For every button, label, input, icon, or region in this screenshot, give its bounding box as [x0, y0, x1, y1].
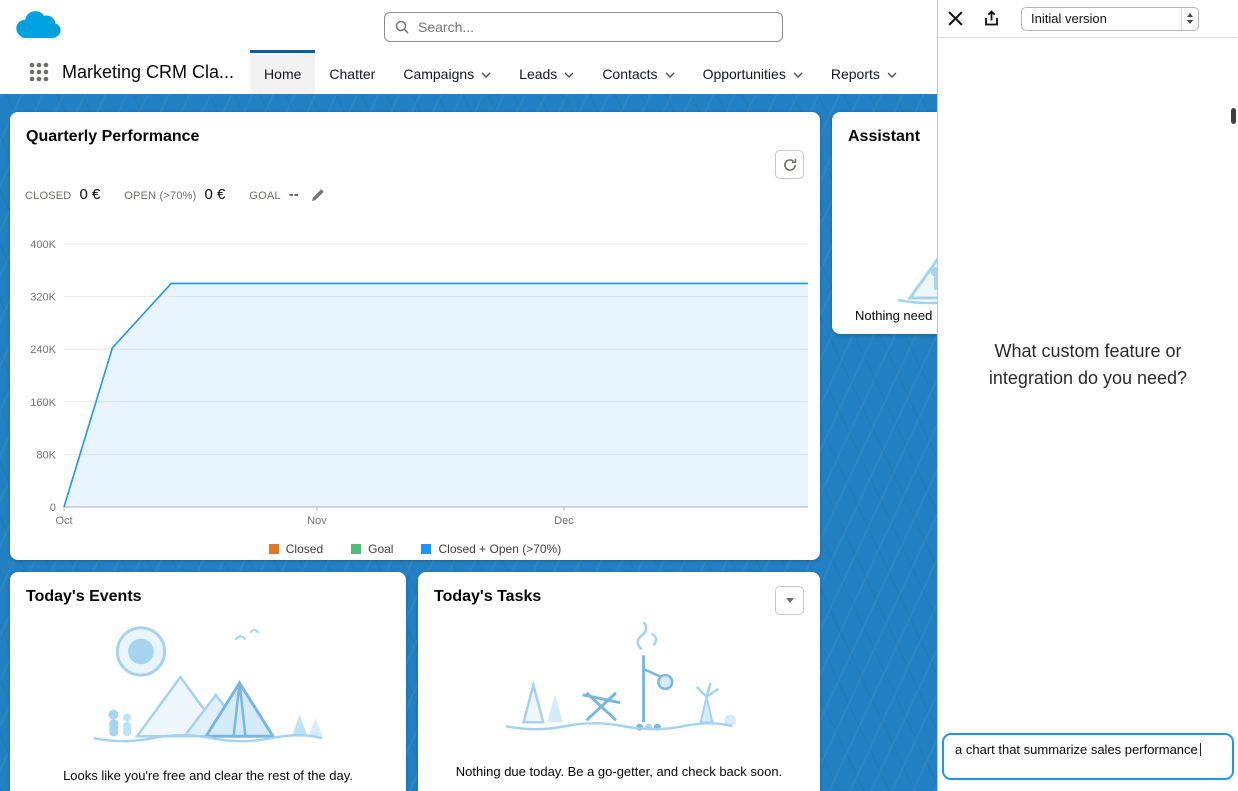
card-title: Today's Tasks: [434, 588, 541, 606]
metric-goal: GOAL --: [249, 186, 324, 203]
export-button[interactable]: [983, 10, 1000, 27]
legend-label: Closed: [286, 542, 323, 556]
salesforce-app: Marketing CRM Cla... Home Chatter Campai…: [0, 0, 937, 791]
tab-label: Campaigns: [403, 66, 474, 82]
tab-label: Reports: [831, 66, 880, 82]
export-icon: [983, 15, 1000, 30]
assistant-empty-text: Nothing need: [855, 308, 932, 323]
svg-text:0: 0: [50, 502, 56, 514]
select-stepper-icon: [1181, 8, 1198, 30]
events-empty-text: Looks like you're free and clear the res…: [22, 768, 394, 783]
svg-text:160K: 160K: [30, 397, 56, 409]
tab-label: Opportunities: [703, 66, 786, 82]
legend-item: Closed + Open (>70%): [421, 542, 561, 556]
app-navigation-bar: Marketing CRM Cla... Home Chatter Campai…: [0, 50, 937, 94]
chevron-down-icon: [786, 598, 794, 603]
text-caret: [1200, 743, 1201, 756]
legend-swatch: [269, 544, 279, 554]
tab-home[interactable]: Home: [250, 50, 315, 94]
search-icon: [395, 20, 409, 34]
tab-contacts[interactable]: Contacts: [588, 50, 688, 94]
chevron-down-icon[interactable]: [665, 70, 675, 78]
performance-metrics: CLOSED 0 € OPEN (>70%) 0 € GOAL --: [25, 186, 349, 203]
chevron-down-icon[interactable]: [564, 70, 574, 78]
pencil-icon: [311, 190, 325, 205]
svg-text:Dec: Dec: [554, 515, 574, 526]
salesforce-cloud-logo: [12, 7, 64, 48]
todays-tasks-card: Today's Tasks: [418, 572, 820, 791]
nav-tabs: Home Chatter Campaigns Leads Contacts: [250, 50, 911, 94]
tab-leads[interactable]: Leads: [505, 50, 588, 94]
tasks-empty-text: Nothing due today. Be a go-getter, and c…: [430, 764, 808, 779]
prompt-input-text: a chart that summarize sales performance: [955, 742, 1198, 757]
svg-text:Oct: Oct: [55, 515, 72, 526]
legend-label: Closed + Open (>70%): [438, 542, 561, 556]
refresh-button[interactable]: [775, 150, 804, 179]
tab-chatter[interactable]: Chatter: [315, 50, 389, 94]
metric-label: CLOSED: [25, 190, 71, 202]
quarterly-performance-card: Quarterly Performance CLOSED 0 € OPEN (>…: [10, 112, 820, 560]
panel-scrollbar[interactable]: [1231, 108, 1236, 124]
metric-value: --: [289, 186, 299, 203]
version-select[interactable]: Initial version: [1021, 7, 1199, 31]
refresh-icon: [782, 157, 798, 173]
tab-campaigns[interactable]: Campaigns: [389, 50, 505, 94]
metric-label: OPEN (>70%): [124, 190, 196, 202]
legend-item: Closed: [269, 542, 323, 556]
prompt-input[interactable]: a chart that summarize sales performance: [942, 733, 1234, 780]
tab-label: Leads: [519, 66, 557, 82]
metric-open: OPEN (>70%) 0 €: [124, 186, 225, 203]
metric-value: 0 €: [79, 186, 100, 203]
tasks-menu-button[interactable]: [775, 586, 804, 615]
legend-label: Goal: [368, 542, 393, 556]
tab-reports[interactable]: Reports: [817, 50, 911, 94]
chevron-down-icon[interactable]: [887, 70, 897, 78]
card-title: Quarterly Performance: [26, 128, 199, 146]
close-button[interactable]: [947, 10, 964, 27]
global-header: [0, 0, 937, 50]
chart-legend: Closed Goal Closed + Open (>70%): [10, 542, 820, 556]
builder-panel: Initial version What custom feature or i…: [937, 0, 1238, 791]
legend-item: Goal: [351, 542, 393, 556]
search-input[interactable]: [416, 18, 772, 36]
legend-swatch: [421, 544, 431, 554]
metric-value: 0 €: [205, 186, 226, 203]
svg-text:400K: 400K: [30, 239, 56, 251]
todays-events-card: Today's Events Looks like you': [10, 572, 406, 791]
tab-label: Contacts: [602, 66, 657, 82]
card-title: Today's Events: [26, 588, 142, 606]
svg-text:320K: 320K: [30, 292, 56, 304]
tasks-illustration: [418, 616, 820, 744]
svg-text:240K: 240K: [30, 344, 56, 356]
metric-label: GOAL: [249, 190, 280, 202]
metric-closed: CLOSED 0 €: [25, 186, 100, 203]
version-select-value: Initial version: [1031, 11, 1107, 26]
chevron-down-icon[interactable]: [793, 70, 803, 78]
edit-goal-button[interactable]: [311, 188, 325, 202]
legend-swatch: [351, 544, 361, 554]
performance-chart: 400K 320K 240K 160K 80K 0Oct Nov Dec: [14, 230, 814, 531]
app-name: Marketing CRM Cla...: [62, 62, 234, 83]
svg-text:Nov: Nov: [307, 515, 327, 526]
card-title: Assistant: [848, 128, 920, 146]
global-search: [384, 12, 783, 42]
events-illustration: [10, 616, 406, 754]
tab-label: Home: [264, 66, 301, 82]
builder-panel-header: Initial version: [938, 0, 1238, 38]
close-icon: [947, 15, 964, 30]
chevron-down-icon[interactable]: [481, 70, 491, 78]
svg-text:80K: 80K: [36, 449, 56, 461]
tab-opportunities[interactable]: Opportunities: [689, 50, 817, 94]
tab-label: Chatter: [329, 66, 375, 82]
app-launcher-icon[interactable]: [28, 61, 50, 83]
prompt-text: What custom feature or integration do yo…: [960, 338, 1216, 392]
